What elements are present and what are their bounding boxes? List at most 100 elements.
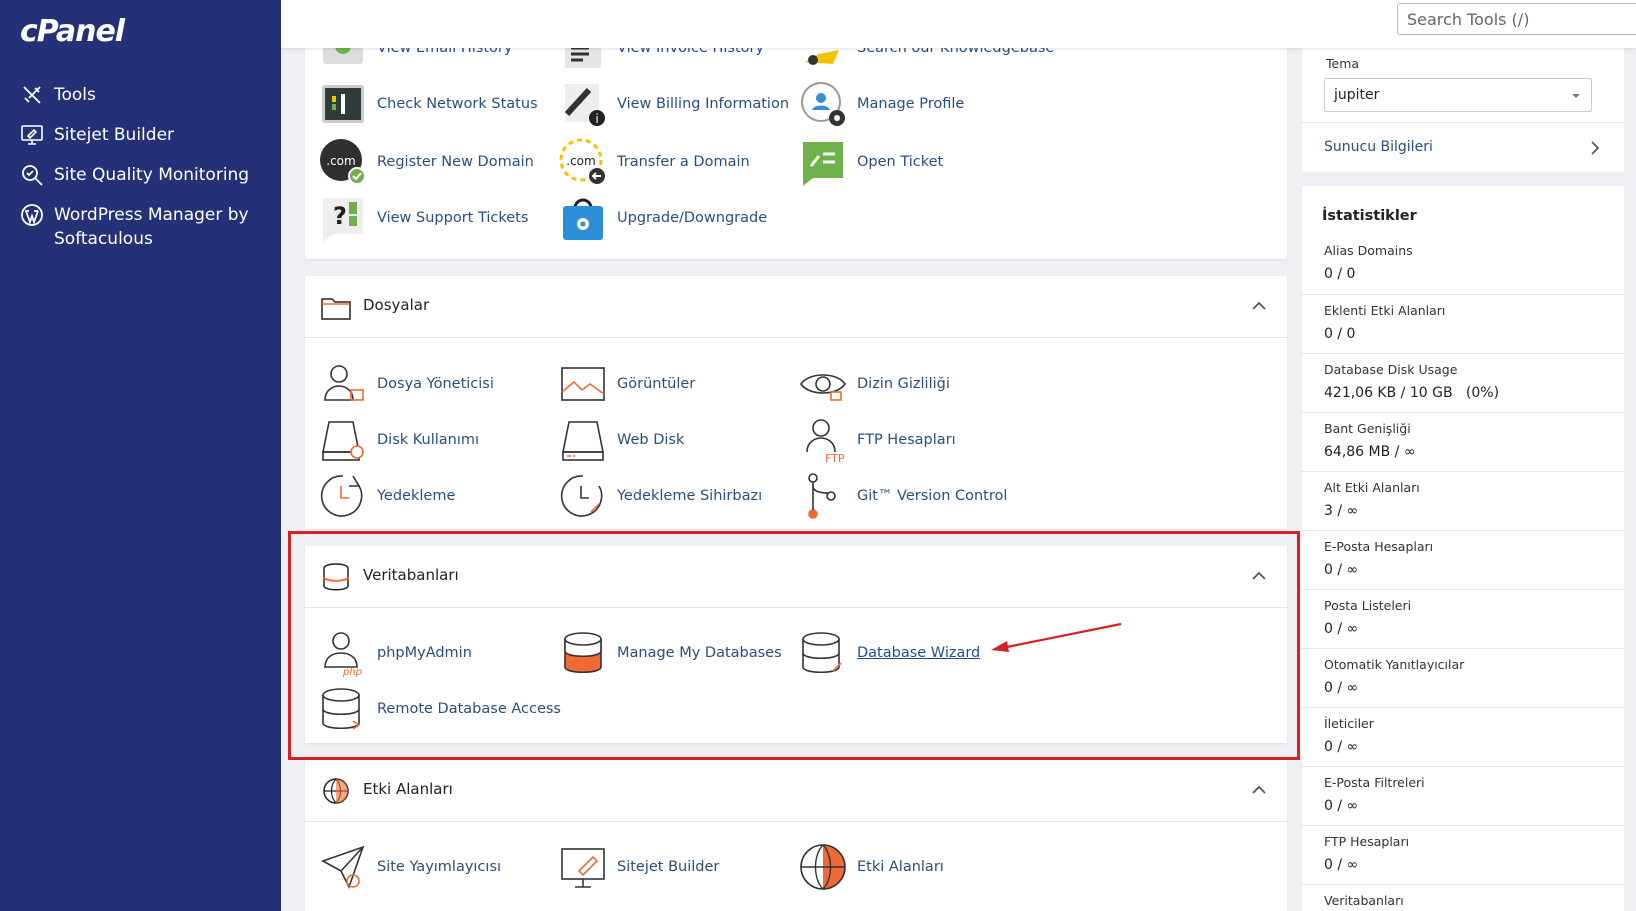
stat-row: E-Posta Hesapları 0 / ∞ (1302, 530, 1624, 589)
web-disk[interactable]: Web Disk (559, 416, 684, 464)
database-wizard-icon (802, 632, 842, 674)
globe-icon (800, 844, 846, 890)
sidebar-item-tools[interactable]: Tools (20, 83, 264, 107)
register-new-domain[interactable]: .com Register New Domain (319, 138, 534, 186)
backup[interactable]: Yedekleme (319, 472, 455, 520)
remote-database-access[interactable]: Remote Database Access (319, 685, 561, 733)
theme-label: Tema (1326, 56, 1360, 71)
stat-row: Database Disk Usage 421,06 KB / 10 GB (0%… (1302, 353, 1624, 412)
chevron-up-icon[interactable] (1251, 782, 1267, 798)
directory-privacy[interactable]: Dizin Gizliliği (799, 360, 950, 408)
check-network-status[interactable]: Check Network Status (319, 80, 538, 128)
manage-my-databases[interactable]: Manage My Databases (559, 629, 782, 677)
databases-panel-title: Veritabanları (363, 566, 459, 584)
stat-row: Alt Etki Alanları 3 / ∞ (1302, 471, 1624, 530)
sitejet-monitor-icon (561, 848, 605, 888)
image-icon (561, 367, 605, 401)
server-info-label: Sunucu Bilgileri (1324, 139, 1433, 155)
database-wizard[interactable]: Database Wizard (799, 629, 980, 677)
magnifier-icon (22, 165, 43, 186)
sidebar-item-site-quality[interactable]: Site Quality Monitoring (20, 163, 264, 187)
chevron-up-icon[interactable] (1251, 568, 1267, 584)
ftp-accounts[interactable]: FTP FTP Hesapları (799, 416, 956, 464)
theme-card: Tema jupiter Sunucu Bilgileri (1302, 48, 1624, 172)
sidebar-item-label: Site Quality Monitoring (54, 165, 250, 185)
tools-icon (23, 86, 41, 104)
site-publisher[interactable]: Site Yayımlayıcısı (319, 843, 501, 891)
remote-database-icon (322, 688, 361, 730)
server-info-row[interactable]: Sunucu Bilgileri (1302, 122, 1624, 172)
cpanel-logo[interactable]: cPanel (20, 14, 125, 49)
profile-icon (801, 82, 845, 126)
manage-profile[interactable]: Manage Profile (799, 80, 964, 128)
svg-text:php: php (342, 667, 362, 677)
file-manager-icon (324, 365, 364, 401)
backup-wizard[interactable]: Yedekleme Sihirbazı (559, 472, 762, 520)
stats-card: İstatistikler Alias Domains 0 / 0 Eklenti… (1302, 186, 1624, 911)
stat-row: Bant Genişliği 64,86 MB / ∞ (1302, 412, 1624, 471)
phpmyadmin[interactable]: php phpMyAdmin (319, 629, 472, 677)
stat-row: İleticiler 0 / ∞ (1302, 707, 1624, 766)
sidebar-item-label: Sitejet Builder (54, 125, 175, 145)
sidebar-item-wordpress[interactable]: WordPress Manager by Softaculous (20, 203, 264, 251)
sitejet-builder[interactable]: Sitejet Builder (559, 843, 719, 891)
images[interactable]: Görüntüler (559, 360, 695, 408)
support-tickets-icon: ? (323, 198, 363, 242)
domains-panel-header[interactable]: Etki Alanları (305, 760, 1287, 822)
database-stack-icon (564, 632, 602, 674)
disk-icon (322, 421, 364, 461)
view-billing-information[interactable]: i View Billing Information (559, 80, 789, 128)
sidebar-item-label: WordPress Manager by Softaculous (54, 205, 249, 249)
search-tools-input[interactable] (1397, 3, 1636, 35)
database-wizard-link[interactable]: Database Wizard (857, 645, 980, 661)
databases-panel-header[interactable]: Veritabanları (305, 546, 1287, 608)
caret-down-icon (1572, 94, 1580, 98)
stat-row: Otomatik Yanıtlayıcılar 0 / ∞ (1302, 648, 1624, 707)
theme-select[interactable]: jupiter (1324, 78, 1592, 112)
web-disk-icon (562, 421, 604, 461)
sidebar-item-sitejet[interactable]: Sitejet Builder (20, 123, 264, 147)
git-branch-icon (808, 473, 836, 519)
eye-icon (800, 374, 846, 401)
svg-text:?: ? (333, 202, 347, 230)
svg-text:.com: .com (326, 154, 355, 168)
files-panel-title: Dosyalar (363, 296, 430, 314)
database-icon (323, 563, 349, 591)
chevron-up-icon[interactable] (1251, 298, 1267, 314)
theme-select-value: jupiter (1334, 87, 1380, 103)
sidebar-item-label: Tools (54, 85, 96, 105)
domains-panel-title: Etki Alanları (363, 780, 453, 798)
view-support-tickets[interactable]: ? View Support Tickets (319, 194, 528, 242)
globe-icon (323, 778, 349, 804)
stat-row: FTP Hesapları 0 / ∞ (1302, 825, 1624, 884)
wordpress-icon (21, 204, 43, 226)
stat-row: Veritabanları (1302, 884, 1624, 911)
svg-text:.com: .com (566, 154, 595, 168)
domain-com-icon: .com (320, 139, 366, 185)
transfer-domain[interactable]: .com Transfer a Domain (559, 138, 750, 186)
top-bar (281, 0, 1636, 48)
sidebar: cPanel Tools Sitejet Builder Site Qualit… (0, 0, 281, 911)
files-panel: Dosyalar Dosya Yöneticisi Görüntüler Diz… (305, 276, 1287, 529)
svg-text:i: i (595, 112, 598, 126)
svg-text:FTP: FTP (825, 452, 845, 464)
billing-icon: i (564, 84, 605, 126)
folder-icon (321, 298, 351, 320)
upgrade-downgrade[interactable]: Upgrade/Downgrade (559, 194, 767, 242)
databases-panel: Veritabanları php phpMyAdmin Manage My D… (305, 546, 1287, 743)
files-panel-header[interactable]: Dosyalar (305, 276, 1287, 338)
chevron-right-icon (1591, 141, 1600, 155)
stats-title: İstatistikler (1322, 208, 1417, 224)
backup-clock-icon (320, 475, 363, 517)
file-manager[interactable]: Dosya Yöneticisi (319, 360, 494, 408)
open-ticket[interactable]: Open Ticket (799, 138, 943, 186)
transfer-domain-icon: .com (559, 138, 605, 184)
domains[interactable]: Etki Alanları (799, 843, 944, 891)
stat-row: Alias Domains 0 / 0 (1324, 243, 1413, 282)
disk-usage[interactable]: Disk Kullanımı (319, 416, 479, 464)
ticket-icon (803, 142, 843, 186)
git-version-control[interactable]: Git™ Version Control (799, 472, 1007, 520)
stat-row: Posta Listeleri 0 / ∞ (1302, 589, 1624, 648)
ftp-user-icon: FTP (806, 419, 845, 464)
sitejet-icon (21, 125, 43, 145)
